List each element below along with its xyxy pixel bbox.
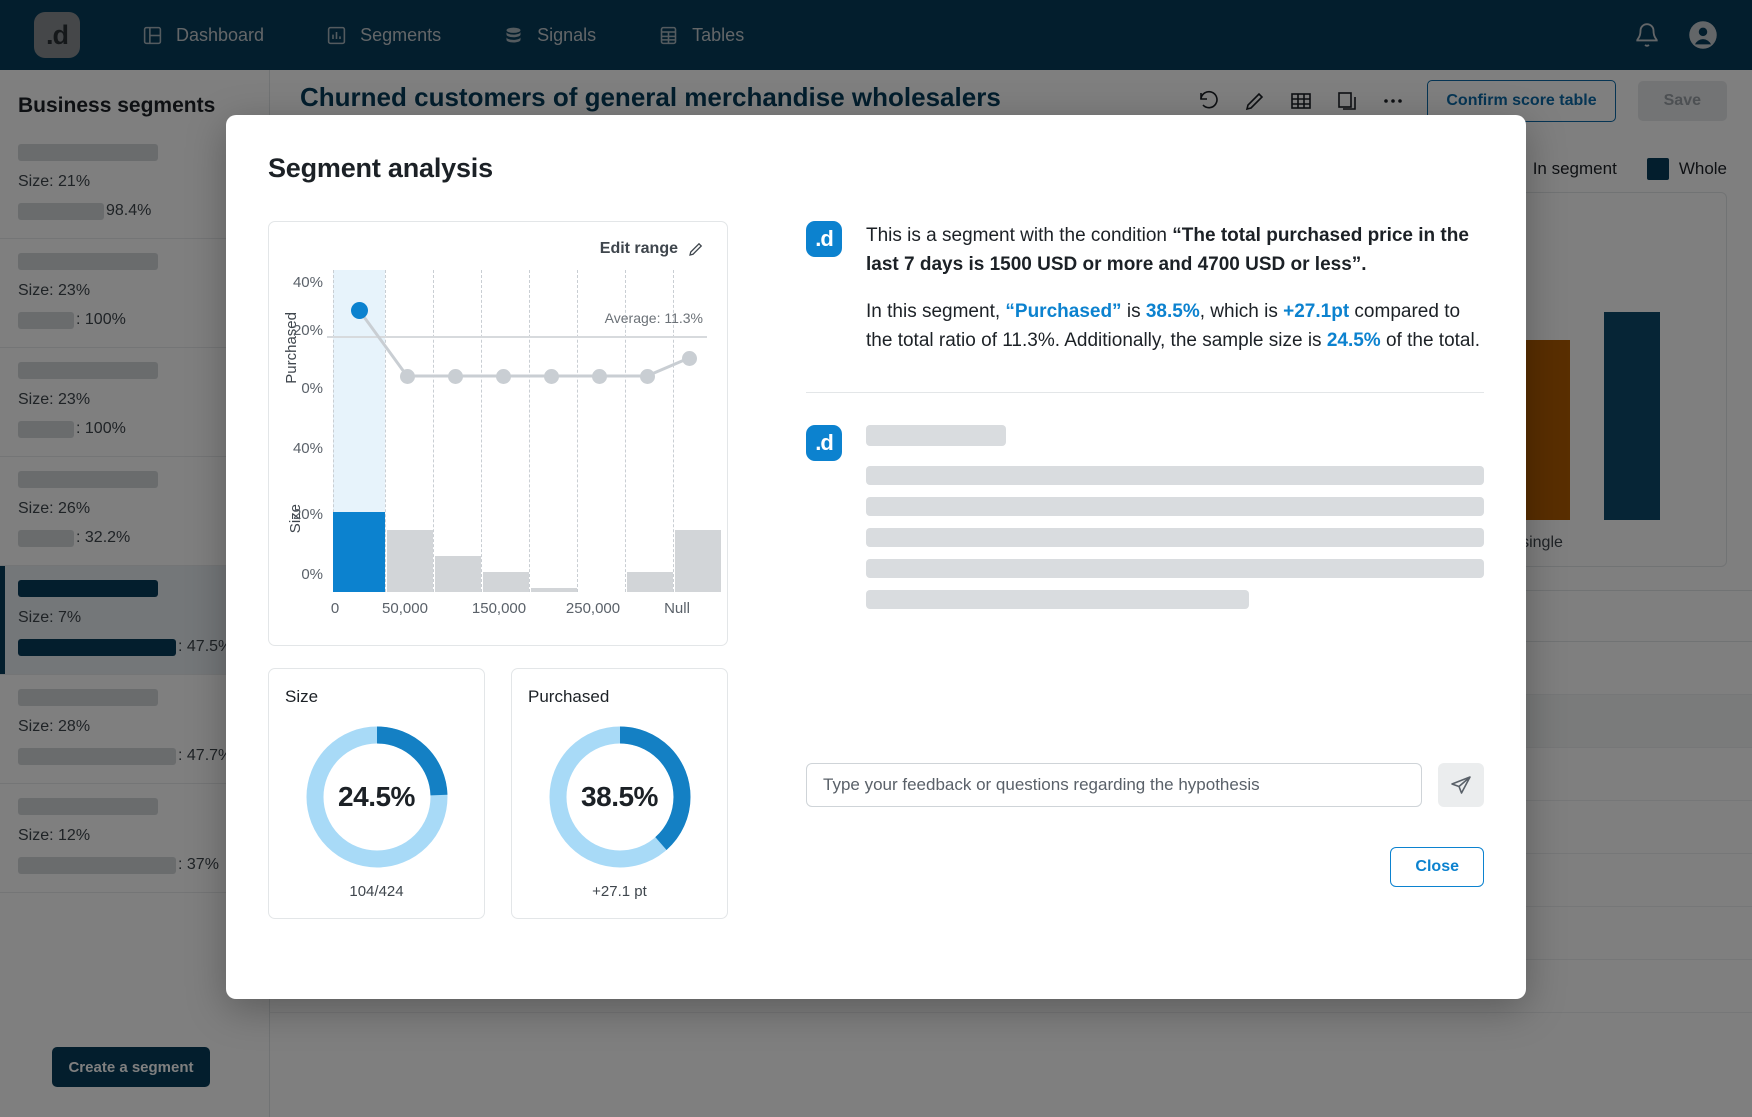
y-tick: 0% [301,380,323,397]
donut-wrapper: 38.5% [512,723,727,871]
x-tick: 0 [330,600,340,617]
stats-b: is [1121,300,1146,322]
y-axis-labels: Purchased 40% 20% 0% Size 40% 20% 0% [269,270,327,592]
donut-wrapper: 24.5% [269,723,484,871]
bar [483,572,529,592]
skeleton-line [866,589,1250,609]
purchased-donut-chart: 38.5% [546,723,694,871]
condition-prefix: This is a segment with the condition [866,225,1173,246]
metric-label: Size [285,687,319,706]
data-point [448,369,463,384]
data-point [682,351,697,366]
edit-range-label: Edit range [599,240,678,257]
assistant-message-text: This is a segment with the condition “Th… [866,221,1484,356]
modal-body: Edit range Purchased 40% 20% 0% Size 40% [268,221,1484,919]
x-tick: 250,000 [565,600,621,617]
message-divider [806,391,1484,393]
bar-selected [333,512,385,592]
metric-value: 38.5% [581,781,658,812]
bar [387,530,433,592]
y-tick: 40% [292,274,323,291]
assistant-message: .d This is a segment with the condition … [806,221,1484,356]
message-paragraph-stats: In this segment, “Purchased” is 38.5%, w… [866,297,1484,356]
assistant-avatar: .d [806,424,842,461]
x-axis-labels: 0 50,000 150,000 250,000 Null [327,600,707,628]
metric-cards: Size 24.5% 104/424 Purchased 38.5% +27.1… [268,668,728,919]
stats-a: In this segment, [866,300,1006,322]
skeleton-line [866,558,1484,578]
close-button[interactable]: Close [1390,847,1484,887]
y-tick: 20% [292,506,323,523]
size-donut-chart: 24.5% [303,723,451,871]
y-tick: 20% [292,322,323,339]
metric-sublabel: 104/424 [349,883,404,900]
edit-range-button[interactable]: Edit range [600,240,705,258]
size-metric-card: Size 24.5% 104/424 [268,668,485,919]
pencil-icon [689,242,703,256]
metric-value: 24.5% [338,781,415,812]
data-point [496,369,511,384]
modal-right-column: .d This is a segment with the condition … [728,221,1484,919]
purchased-metric-card: Purchased 38.5% +27.1 pt [511,668,728,919]
purchased-line-chart: Average: 11.3% [327,270,707,418]
skeleton-title [866,424,1006,446]
data-point [544,369,559,384]
size-bar-chart [327,440,721,592]
feedback-input[interactable] [806,763,1422,807]
metric-delta-inline: +27.1pt [1283,300,1350,322]
feedback-composer [806,763,1484,807]
loading-skeleton [866,424,1484,621]
data-point [592,369,607,384]
assistant-avatar: .d [806,221,842,257]
modal-title: Segment analysis [268,153,493,183]
send-paper-plane-icon [1451,776,1471,794]
assistant-message-loading: .d [806,424,1484,621]
bar [627,572,673,592]
purchased-line [357,309,690,378]
sample-size-inline: 24.5% [1326,330,1381,352]
distribution-plot: Purchased 40% 20% 0% Size 40% 20% 0% Ave… [269,270,721,645]
metric-value-inline: 38.5% [1145,300,1200,322]
plot-area: Average: 11.3% [327,270,721,592]
metric-label: Purchased [528,687,610,706]
data-point [400,369,415,384]
x-tick: 150,000 [471,600,527,617]
stats-e: of the total. [1380,330,1480,352]
distribution-chart-card: Edit range Purchased 40% 20% 0% Size 40% [268,221,728,646]
bar [531,588,577,592]
y-tick: 40% [292,440,323,457]
send-button[interactable] [1438,763,1484,807]
bar [675,530,721,592]
metric-name: “Purchased” [1005,300,1122,322]
message-paragraph-condition: This is a segment with the condition “Th… [866,221,1484,280]
skeleton-line [866,496,1484,516]
modal-left-column: Edit range Purchased 40% 20% 0% Size 40% [268,221,728,919]
data-point-selected [351,302,368,319]
x-tick: 50,000 [382,600,428,617]
x-tick: Null [664,600,690,617]
data-point [640,369,655,384]
skeleton-line [866,465,1484,485]
bar [435,556,481,592]
metric-sublabel: +27.1 pt [592,883,647,900]
stats-c: , which is [1199,300,1284,322]
segment-analysis-modal: Segment analysis Edit range Purchased 40… [226,115,1526,999]
y-tick: 0% [301,566,323,583]
skeleton-line [866,527,1484,547]
